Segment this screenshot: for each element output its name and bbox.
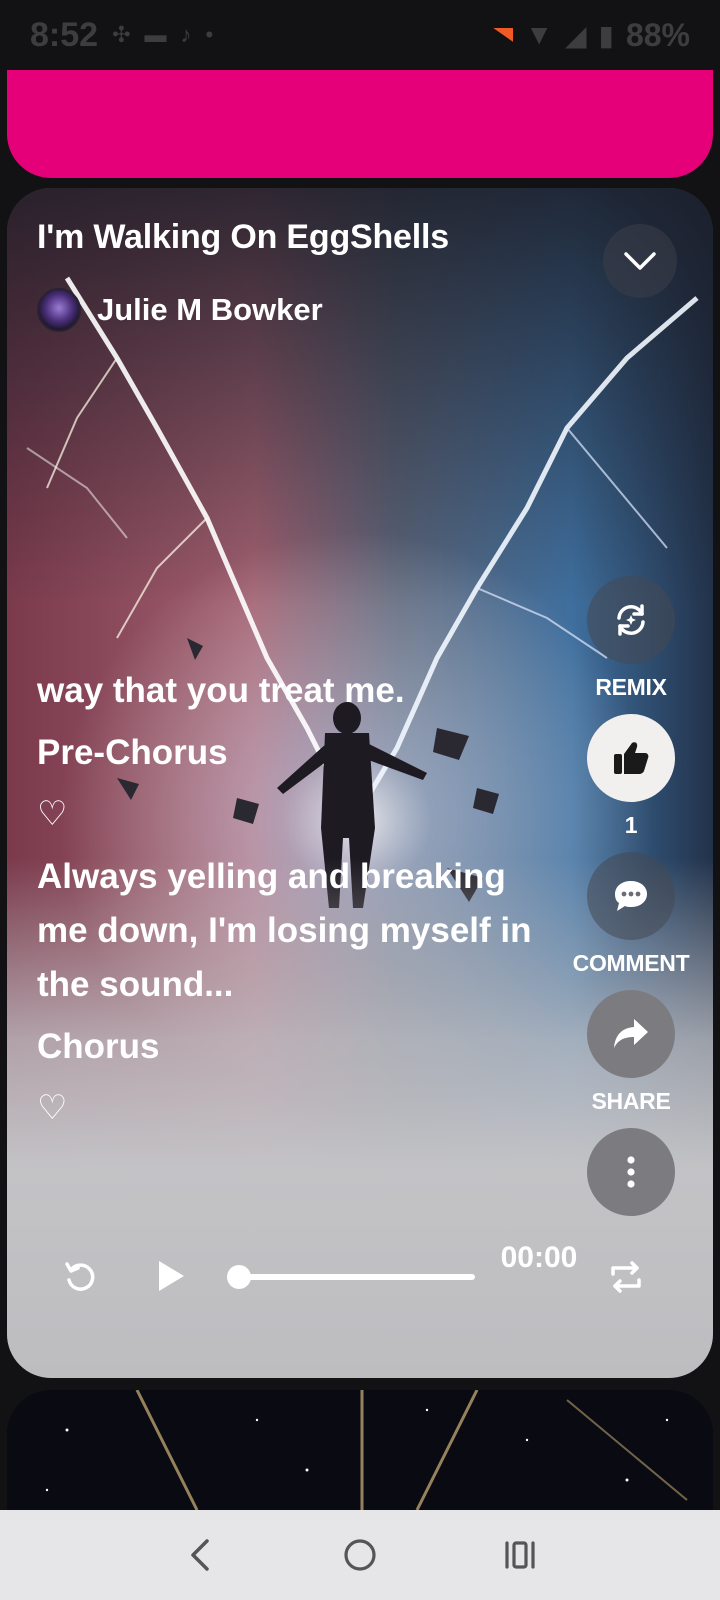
- heart-icon[interactable]: ♡: [37, 786, 557, 842]
- more-vertical-icon: [627, 1156, 635, 1188]
- messages-icon: ▬: [144, 22, 167, 47]
- remix-label: REMIX: [595, 674, 667, 700]
- heart-icon[interactable]: ♡: [37, 1080, 557, 1136]
- lyric-section-heading: Chorus: [37, 1027, 160, 1066]
- comment-icon: [615, 881, 647, 911]
- restart-icon: [65, 1262, 95, 1291]
- back-icon: [191, 1539, 209, 1571]
- back-button[interactable]: [160, 1525, 240, 1585]
- play-icon: [159, 1261, 184, 1291]
- artist-row[interactable]: Julie M Bowker: [37, 288, 323, 332]
- comment-label: COMMENT: [572, 950, 690, 976]
- previous-song-card[interactable]: [7, 70, 713, 178]
- restart-button[interactable]: [63, 1260, 97, 1299]
- status-bar: 8:52 ✣ ▬ ♪ • ▼ ◢ ▮ 88%: [0, 0, 720, 70]
- progress-thumb[interactable]: [227, 1265, 251, 1289]
- lyric-line: way that you treat me.: [37, 671, 405, 710]
- share-button[interactable]: [587, 990, 675, 1078]
- lyrics-panel: way that you treat me. Pre-Chorus ♡ Alwa…: [37, 664, 557, 1136]
- share-icon: [614, 1019, 648, 1048]
- battery-level: 88%: [625, 16, 690, 53]
- avatar[interactable]: [37, 288, 81, 332]
- playback-time: 00:00: [500, 1241, 578, 1274]
- dot-icon: •: [205, 22, 214, 47]
- system-nav-bar: [0, 1510, 720, 1600]
- fan-icon: ✣: [112, 22, 131, 47]
- status-right: ▼ ◢ ▮ 88%: [493, 17, 690, 54]
- comment-button[interactable]: [587, 852, 675, 940]
- wifi-icon: ▼: [525, 19, 553, 50]
- notification-icon: [493, 28, 514, 42]
- repeat-icon: [611, 1261, 641, 1293]
- more-options-button[interactable]: [587, 1128, 675, 1216]
- song-title: I'm Walking On EggShells: [37, 218, 449, 256]
- play-button[interactable]: [155, 1258, 187, 1299]
- remix-icon: [617, 604, 645, 636]
- repeat-button[interactable]: [609, 1260, 643, 1299]
- like-count: 1: [624, 812, 638, 838]
- like-button[interactable]: [587, 714, 675, 802]
- action-column: REMIX 1 COMMENT SHARE: [561, 576, 701, 1216]
- status-time: 8:52: [30, 15, 99, 54]
- remix-button[interactable]: [587, 576, 675, 664]
- home-button[interactable]: [320, 1525, 400, 1585]
- recents-icon: [505, 1541, 535, 1569]
- progress-bar[interactable]: [239, 1274, 475, 1280]
- next-song-card[interactable]: [7, 1390, 713, 1510]
- collapse-button[interactable]: [603, 224, 677, 298]
- share-label: SHARE: [591, 1088, 671, 1114]
- chevron-down-icon: [624, 252, 656, 270]
- thumbs-up-icon: [614, 742, 649, 774]
- recents-button[interactable]: [480, 1525, 560, 1585]
- signal-icon: ◢: [564, 19, 587, 51]
- home-icon: [344, 1539, 376, 1571]
- song-card[interactable]: I'm Walking On EggShells Julie M Bowker …: [7, 188, 713, 1378]
- lyric-line: Always yelling and breaking me down, I'm…: [37, 857, 532, 1004]
- artist-name[interactable]: Julie M Bowker: [97, 292, 323, 328]
- lyric-section-heading: Pre-Chorus: [37, 733, 228, 772]
- battery-icon: ▮: [598, 19, 614, 51]
- next-song-artwork: [7, 1390, 713, 1510]
- status-left: 8:52 ✣ ▬ ♪ •: [30, 16, 213, 55]
- tiktok-icon: ♪: [180, 22, 192, 47]
